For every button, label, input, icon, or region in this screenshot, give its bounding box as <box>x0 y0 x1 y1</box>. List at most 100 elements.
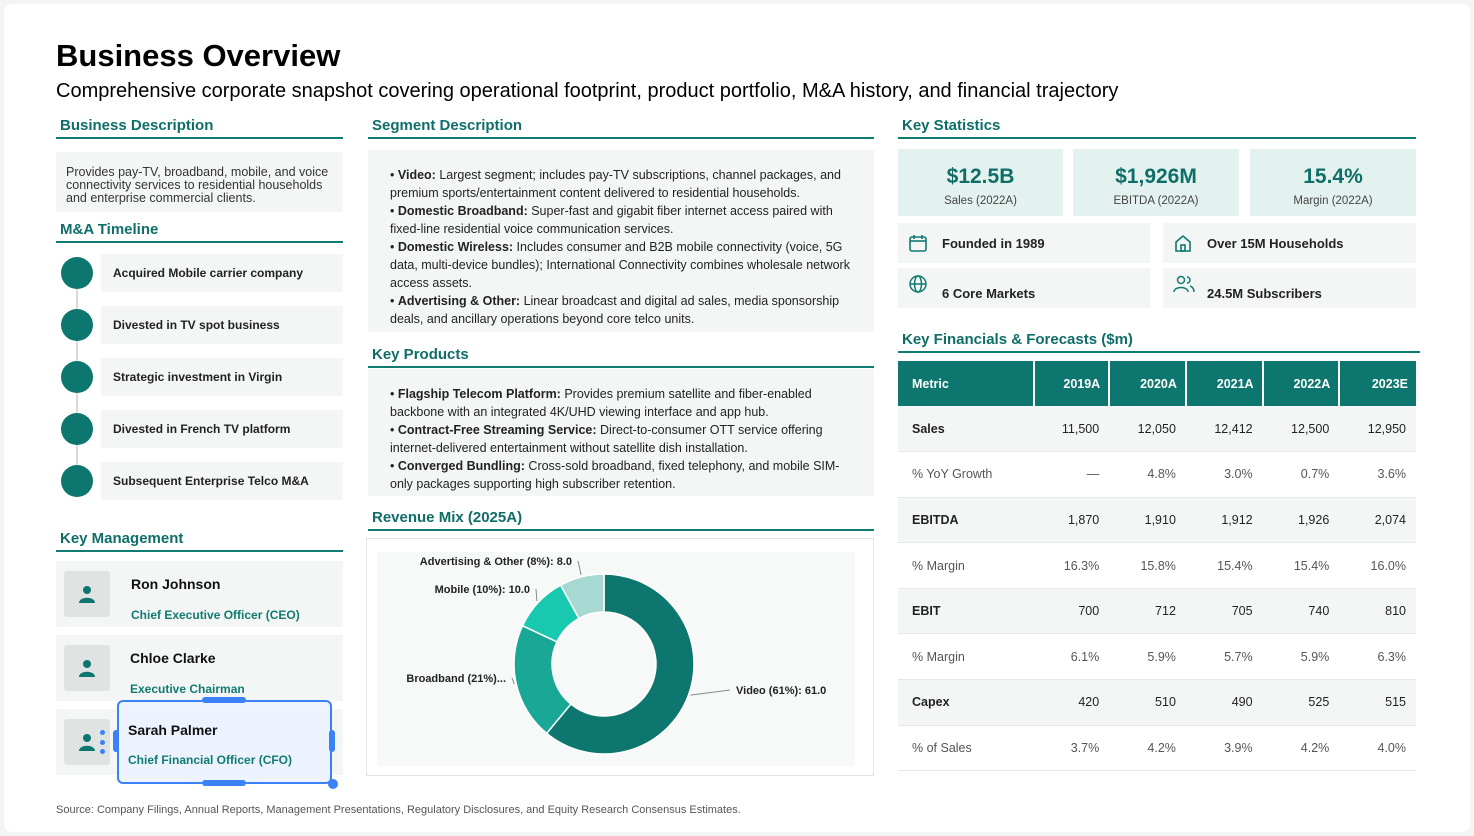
table-cell: 12,500 <box>1262 406 1340 453</box>
table-cell: 16.3% <box>1034 542 1110 589</box>
table-row: % YoY Growth —4.8% 3.0% 0.7% 3.6% <box>898 451 1416 498</box>
management-card[interactable]: Ron Johnson Chief Executive Officer (CEO… <box>56 561 343 627</box>
timeline-item: Divested in TV spot business <box>101 306 343 344</box>
row-label: % of Sales <box>898 725 1034 772</box>
bullet-item: • Video: Largest segment; includes pay-T… <box>390 166 852 202</box>
business-description-panel: Provides pay-TV, broadband, mobile, and … <box>56 152 343 212</box>
table-cell: 1,870 <box>1034 497 1110 544</box>
resize-handle-left[interactable] <box>113 730 119 752</box>
key-products-panel: • Flagship Telecom Platform: Provides pr… <box>368 369 874 496</box>
key-products-heading: Key Products <box>368 346 874 368</box>
bullet-icon: • <box>390 459 398 473</box>
table-cell: 2,074 <box>1339 497 1416 544</box>
fact-households: Over 15M Households <box>1163 223 1416 263</box>
table-row: Sales 11,500 12,050 12,412 12,500 12,950 <box>898 406 1416 453</box>
bullet-label: Contract-Free Streaming Service: <box>397 423 597 437</box>
column-header: 2019A <box>1032 361 1110 406</box>
table-cell: 4.8% <box>1109 451 1186 498</box>
table-cell: 12,950 <box>1339 406 1416 453</box>
selection-box[interactable]: Sarah Palmer Chief Financial Officer (CF… <box>117 700 332 784</box>
table-cell: 3.9% <box>1185 725 1263 772</box>
revenue-mix-chart: Video (61%): 61.0 Broadband (21%)... Mobil… <box>406 556 826 755</box>
business-description-heading: Business Description <box>56 117 343 139</box>
table-cell: 0.7% <box>1262 451 1340 498</box>
manager-role: Chief Executive Officer (CEO) <box>131 608 300 622</box>
manager-name: Ron Johnson <box>131 576 221 592</box>
bullet-item: • Advertising & Other: Linear broadcast … <box>390 292 852 328</box>
bullet-icon: • <box>390 294 398 308</box>
business-description-text: Provides pay-TV, broadband, mobile, and … <box>66 165 329 205</box>
table-cell: 810 <box>1339 588 1416 635</box>
stat-card: $1,926M EBITDA (2022A) <box>1073 149 1239 216</box>
table-cell: 3.6% <box>1339 451 1416 498</box>
key-financials-heading: Key Financials & Forecasts ($m) <box>898 331 1420 353</box>
table-row: % of Sales 3.7% 4.2% 3.9% 4.2% 4.0% <box>898 725 1416 772</box>
table-cell: 5.9% <box>1109 633 1186 681</box>
column-header: Metric <box>898 361 1034 406</box>
manager-name: Chloe Clarke <box>130 650 216 666</box>
table-cell: — <box>1034 451 1110 498</box>
revenue-mix-heading: Revenue Mix (2025A) <box>368 509 874 531</box>
bullet-icon: • <box>390 204 398 218</box>
bullet-icon: • <box>390 168 398 182</box>
timeline-marker <box>61 465 93 497</box>
stat-value: 15.4% <box>1303 165 1363 188</box>
row-label: Sales <box>898 406 1034 453</box>
table-cell: 16.0% <box>1339 542 1416 589</box>
bullet-icon: • <box>390 387 398 401</box>
table-cell: 12,050 <box>1109 406 1186 453</box>
pie-label: Video (61%): 61.0 <box>736 685 826 697</box>
table-cell: 740 <box>1262 588 1340 635</box>
key-statistics-heading: Key Statistics <box>898 117 1416 139</box>
manager-role: Executive Chairman <box>130 682 245 696</box>
bullet-item: • Converged Bundling: Cross-sold broadba… <box>390 457 852 493</box>
bullet-item: • Domestic Wireless: Includes consumer a… <box>390 238 852 292</box>
management-card[interactable]: Chloe Clarke Executive Chairman <box>56 635 343 701</box>
source-footnote: Source: Company Filings, Annual Reports,… <box>56 804 741 816</box>
ma-timeline-heading: M&A Timeline <box>56 221 343 243</box>
timeline-item: Strategic investment in Virgin <box>101 358 343 396</box>
user-icon <box>79 734 95 751</box>
table-cell: 420 <box>1034 679 1110 726</box>
table-cell: 11,500 <box>1034 406 1110 453</box>
column-header: 2023E <box>1338 361 1416 406</box>
table-row: Capex 420 510 490 525 515 <box>898 679 1416 726</box>
row-label: % Margin <box>898 542 1034 589</box>
table-cell: 6.3% <box>1339 633 1416 681</box>
resize-handle-bottom[interactable] <box>202 780 246 786</box>
table-cell: 705 <box>1185 588 1263 635</box>
table-cell: 712 <box>1109 588 1186 635</box>
table-row: % Margin 16.3% 15.8% 15.4% 15.4% 16.0% <box>898 542 1416 589</box>
users-icon <box>1173 275 1195 293</box>
bullet-label: Flagship Telecom Platform: <box>397 387 561 401</box>
table-cell: 510 <box>1109 679 1186 726</box>
manager-name[interactable]: Sarah Palmer <box>128 722 218 738</box>
row-label: Capex <box>898 679 1034 726</box>
drag-handle-icon[interactable] <box>97 730 107 754</box>
fact-text: 24.5M Subscribers <box>1207 285 1322 301</box>
bullet-item: • Domestic Broadband: Super-fast and gig… <box>390 202 852 238</box>
page-title: Business Overview <box>56 38 341 73</box>
table-cell: 4.2% <box>1262 725 1340 772</box>
stat-value: $1,926M <box>1115 165 1197 188</box>
resize-handle-right[interactable] <box>329 730 335 752</box>
table-cell: 700 <box>1034 588 1110 635</box>
table-cell: 15.4% <box>1185 542 1263 589</box>
table-cell: 15.4% <box>1262 542 1340 589</box>
table-row: EBITDA 1,870 1,910 1,912 1,926 2,074 <box>898 497 1416 544</box>
calendar-icon <box>909 235 927 252</box>
leader-line <box>690 689 731 696</box>
segment-description-list: • Video: Largest segment; includes pay-T… <box>368 150 874 328</box>
bullet-label: Video: <box>397 168 436 182</box>
pie-label: Broadband (21%)... <box>406 673 506 685</box>
manager-role[interactable]: Chief Financial Officer (CFO) <box>128 753 292 767</box>
row-label: % Margin <box>898 633 1034 681</box>
resize-corner-handle[interactable] <box>328 779 338 789</box>
timeline-marker <box>61 413 93 445</box>
globe-icon <box>909 275 927 293</box>
fact-markets: 6 Core Markets <box>898 268 1150 308</box>
timeline-marker <box>61 361 93 393</box>
stat-card: $12.5B Sales (2022A) <box>898 149 1063 216</box>
table-cell: 5.9% <box>1262 633 1340 681</box>
resize-handle-top[interactable] <box>202 697 246 703</box>
